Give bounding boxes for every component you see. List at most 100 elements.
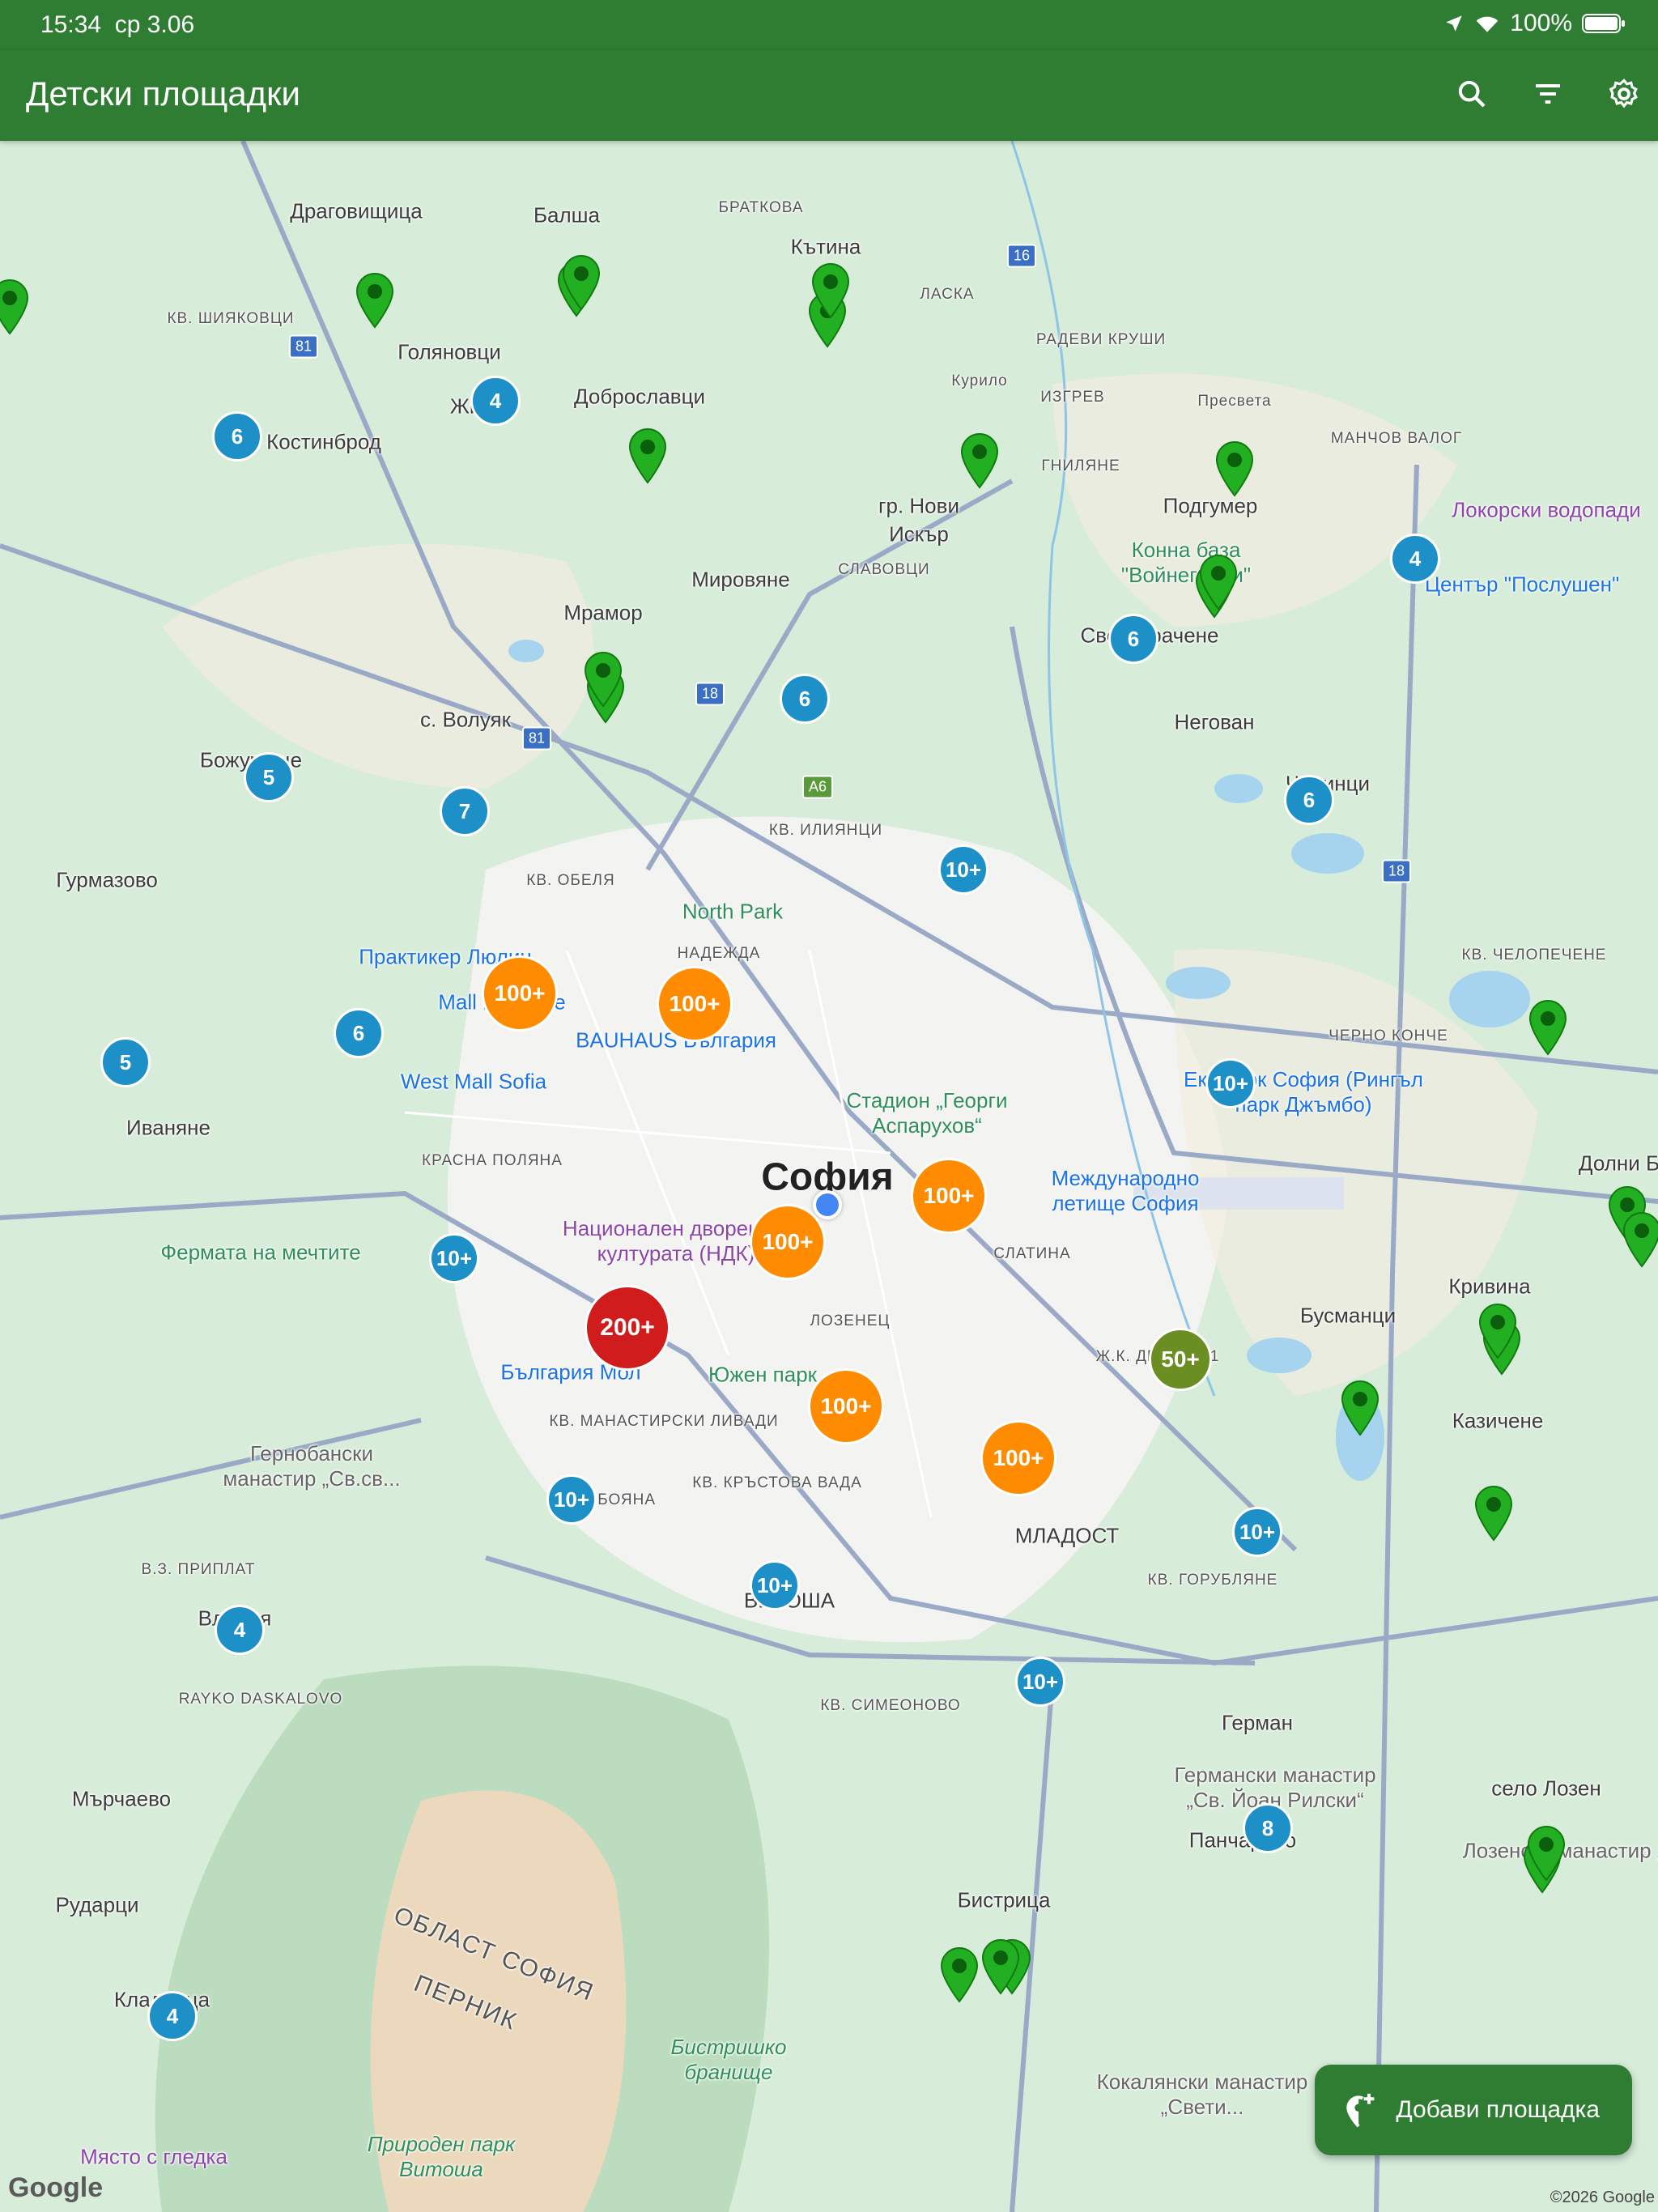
map-poi-label: Южен парк <box>708 1362 818 1387</box>
map-place-label: Драговищица <box>290 198 423 223</box>
cluster-marker[interactable]: 6 <box>334 1008 384 1058</box>
playground-pin[interactable] <box>981 1938 1020 1995</box>
cluster-marker[interactable]: 100+ <box>482 955 558 1032</box>
playground-pin[interactable] <box>355 272 394 329</box>
cluster-marker[interactable]: 10+ <box>1232 1507 1282 1557</box>
filter-icon <box>1536 84 1560 104</box>
cluster-marker[interactable]: 5 <box>100 1037 151 1087</box>
filter-button[interactable] <box>1522 68 1574 120</box>
playground-pin[interactable] <box>1622 1211 1658 1268</box>
playground-pin[interactable] <box>562 254 601 311</box>
cluster-marker[interactable]: 6 <box>1108 614 1158 664</box>
cluster-marker[interactable]: 200+ <box>585 1285 670 1371</box>
map-poi-label: Гернобански манастир „Св.св... <box>223 1441 401 1491</box>
battery-icon <box>1582 14 1625 33</box>
map-small-label: СЛАВОВЦИ <box>838 561 930 578</box>
playground-pin[interactable] <box>1215 440 1254 497</box>
map-place-label: Долни Б <box>1578 1151 1658 1176</box>
map-small-label: КВ. ЧЕЛОПЕЧЕНЕ <box>1461 946 1607 963</box>
map-small-label: МАНЧОВ ВАЛОГ <box>1330 430 1463 447</box>
search-button[interactable] <box>1446 68 1498 120</box>
cluster-marker[interactable]: 5 <box>244 752 294 802</box>
map-place-label: Балша <box>533 202 601 228</box>
road-shield: A6 <box>801 775 834 799</box>
add-location-icon <box>1346 2093 1375 2128</box>
cluster-marker[interactable]: 100+ <box>808 1368 884 1444</box>
playground-pin[interactable] <box>628 428 667 484</box>
map-small-label: В.З. ПРИПЛАТ <box>141 1561 256 1578</box>
map-poi-label: Конна база "Войнеговци" <box>1120 538 1252 587</box>
map-small-label: КВ. СИМЕОНОВО <box>820 1697 961 1714</box>
map-place-label: с. Волуяк <box>419 707 512 732</box>
add-playground-label: Добави площадка <box>1396 2096 1600 2123</box>
add-playground-button[interactable]: Добави площадка <box>1315 2065 1632 2155</box>
map-place-label: село Лозен <box>1491 1776 1601 1801</box>
cluster-marker[interactable]: 6 <box>212 411 262 462</box>
map-small-label: КВ. МАНАСТИРСКИ ЛИВАДИ <box>549 1413 779 1430</box>
map-place-label: Доброславци <box>573 384 706 409</box>
map-place-label: Мировяне <box>691 567 790 592</box>
settings-icon <box>1609 79 1638 108</box>
map-small-label: КВ. ГОРУБЛЯНЕ <box>1147 1572 1278 1589</box>
cluster-marker[interactable]: 10+ <box>1205 1058 1256 1108</box>
map-copyright: ©2026 Google <box>1550 2189 1655 2206</box>
map-place-label: Мърчаево <box>71 1786 172 1811</box>
cluster-marker[interactable]: 100+ <box>911 1158 987 1234</box>
map-place-label: Рударци <box>55 1892 139 1917</box>
cluster-marker[interactable]: 4 <box>470 376 521 426</box>
google-logo: Google <box>8 2172 104 2203</box>
playground-pin[interactable] <box>1341 1380 1380 1436</box>
playground-pin[interactable] <box>1478 1303 1517 1359</box>
cluster-marker[interactable]: 10+ <box>429 1233 479 1283</box>
map-place-label: Костинброд <box>266 429 381 454</box>
road-shield: 81 <box>521 726 552 751</box>
map-place-label: Курило <box>951 372 1008 389</box>
map-poi-label: West Mall Sofia <box>400 1069 547 1094</box>
map-poi-label: Природен парк Витоша <box>367 2132 516 2181</box>
cluster-marker[interactable]: 10+ <box>750 1560 800 1610</box>
navigation-icon <box>1446 15 1463 32</box>
map-small-label: ЛОЗЕНЕЦ <box>810 1312 891 1329</box>
playground-pin[interactable] <box>584 651 623 708</box>
map-place-label: Кътина <box>790 234 861 259</box>
map-place-label: Голяновци <box>397 339 501 364</box>
map-small-label: СЛАТИНА <box>993 1245 1071 1262</box>
cluster-marker[interactable]: 4 <box>1390 534 1440 584</box>
cluster-marker[interactable]: 50+ <box>1149 1328 1212 1391</box>
cluster-marker[interactable]: 10+ <box>938 844 988 895</box>
cluster-marker[interactable]: 4 <box>215 1605 265 1655</box>
map-view[interactable]: София Драговищица Балша Кътина Голяновци… <box>0 141 1658 2212</box>
playground-pin[interactable] <box>0 279 29 335</box>
cluster-marker[interactable]: 100+ <box>750 1204 826 1280</box>
map-place-label: Казичене <box>1452 1408 1544 1433</box>
playground-pin[interactable] <box>1528 999 1567 1056</box>
playground-pin[interactable] <box>940 1946 979 2003</box>
playground-pin[interactable] <box>960 432 999 489</box>
my-location-dot <box>813 1190 842 1219</box>
cluster-marker[interactable]: 100+ <box>657 966 733 1042</box>
cluster-marker[interactable]: 7 <box>440 786 490 836</box>
settings-button[interactable] <box>1598 68 1650 120</box>
road-shield: 18 <box>1381 859 1412 883</box>
map-small-label: ЛАСКА <box>920 286 975 303</box>
cluster-marker[interactable]: 100+ <box>980 1420 1056 1496</box>
wifi-icon <box>1476 16 1499 32</box>
cluster-marker[interactable]: 10+ <box>546 1474 597 1525</box>
map-small-label: RAYKO DASKALOVO <box>178 1691 343 1708</box>
status-bar: 15:34 ср 3.06 100% <box>0 0 1658 50</box>
cluster-marker[interactable]: 4 <box>147 1991 198 2041</box>
app-bar: Детски площадки <box>0 50 1658 141</box>
map-place-label: гр. Нови <box>878 493 959 518</box>
cluster-marker[interactable]: 10+ <box>1015 1657 1065 1707</box>
map-poi-label: Бистришко бранище <box>670 2035 787 2084</box>
map-place-label: Иваняне <box>126 1115 210 1140</box>
cluster-marker[interactable]: 8 <box>1243 1803 1293 1853</box>
map-place-label: Гурмазово <box>56 867 158 892</box>
playground-pin[interactable] <box>1527 1825 1566 1882</box>
playground-pin[interactable] <box>1474 1485 1513 1542</box>
cluster-marker[interactable]: 6 <box>1284 775 1334 825</box>
playground-pin[interactable] <box>1199 554 1238 610</box>
map-small-label: КВ. ИЛИЯНЦИ <box>768 822 883 839</box>
playground-pin[interactable] <box>811 262 850 319</box>
cluster-marker[interactable]: 6 <box>780 674 830 724</box>
